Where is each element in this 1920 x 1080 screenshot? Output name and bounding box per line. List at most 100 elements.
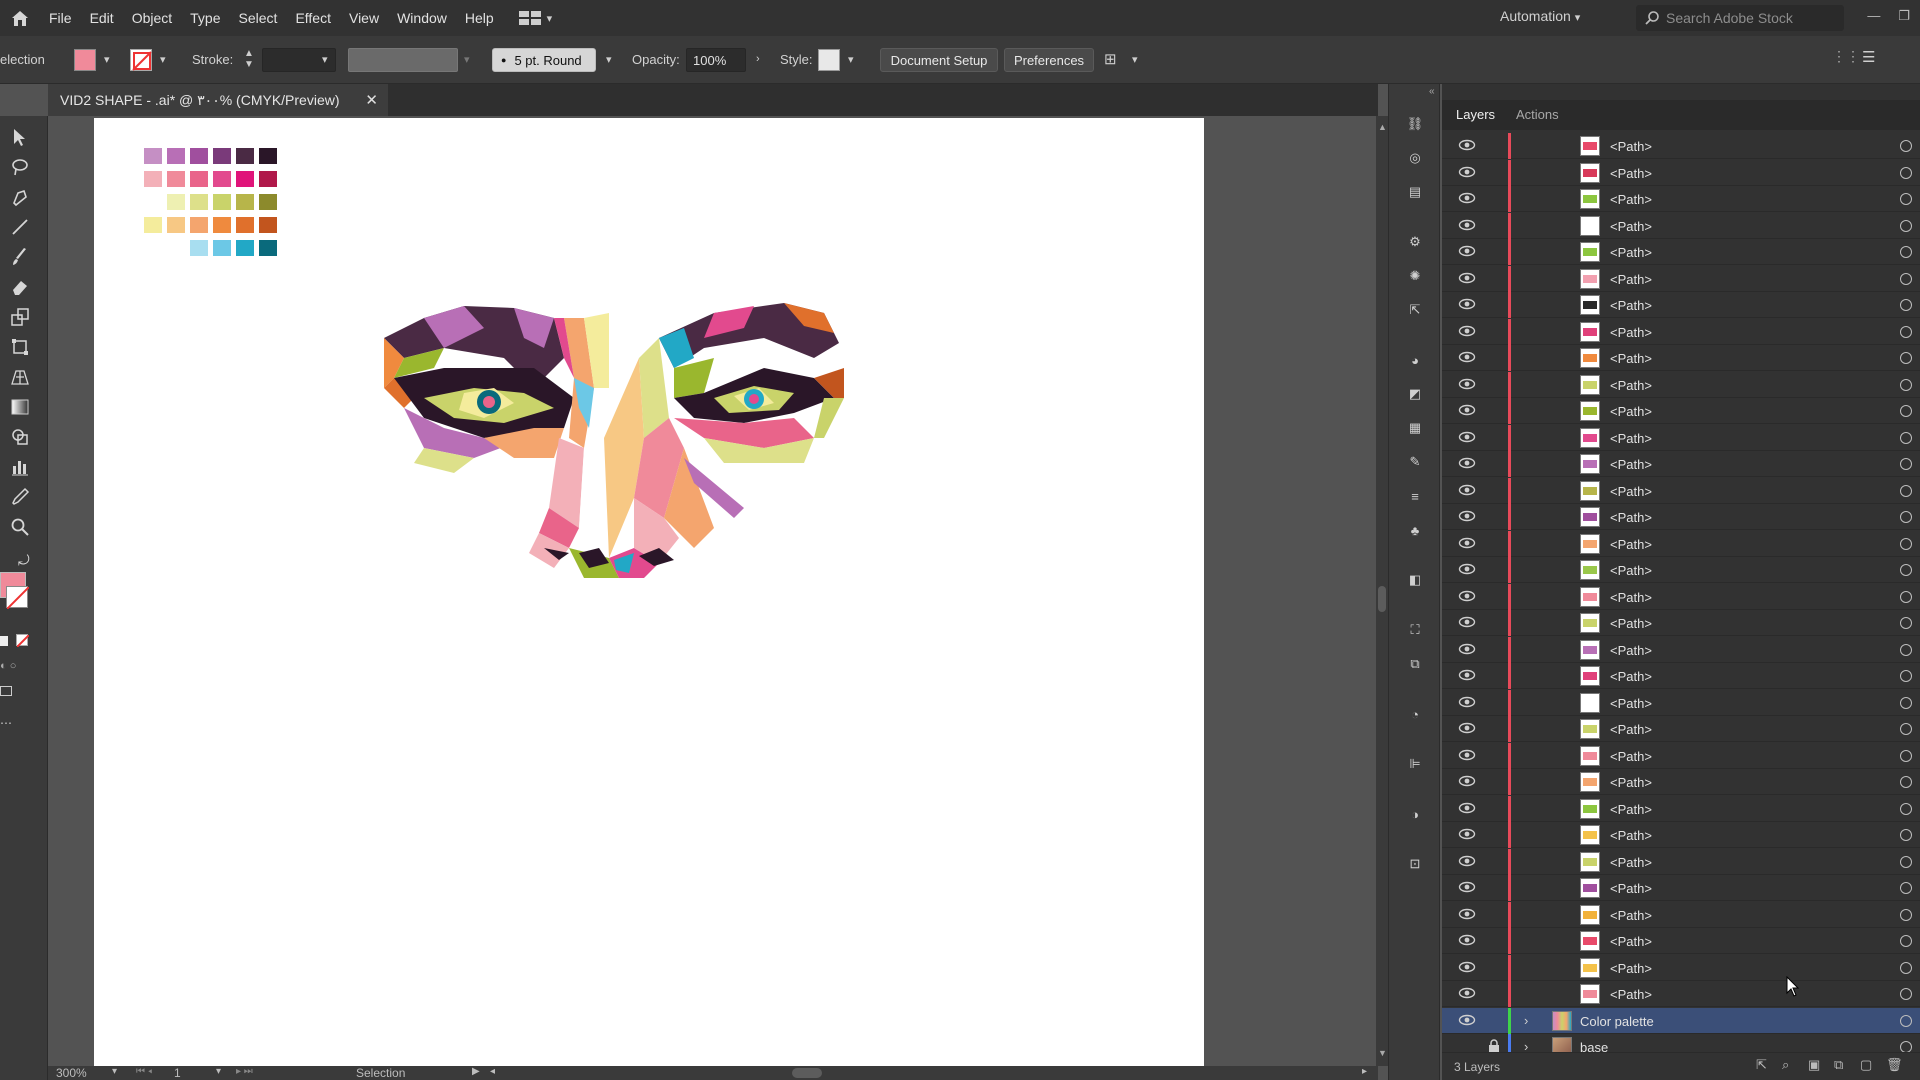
fill-swatch[interactable] (74, 49, 96, 71)
target-circle-icon[interactable] (1900, 829, 1912, 841)
palette-swatch[interactable] (190, 217, 208, 233)
layer-row-path[interactable]: <Path> (1442, 424, 1920, 451)
layer-name[interactable]: <Path> (1610, 245, 1652, 260)
menu-help[interactable]: Help (456, 10, 503, 26)
target-circle-icon[interactable] (1900, 193, 1912, 205)
zoom-tool-icon[interactable] (8, 516, 32, 538)
layer-name[interactable]: <Path> (1610, 934, 1652, 949)
tab-layers[interactable]: Layers (1456, 107, 1495, 122)
palette-swatch[interactable] (213, 217, 231, 233)
palette-swatch[interactable] (213, 148, 231, 164)
palette-swatch[interactable] (259, 171, 277, 187)
style-swatch[interactable] (818, 49, 840, 71)
stock-search-field[interactable]: Search Adobe Stock (1636, 5, 1844, 31)
layer-row-path[interactable]: <Path> (1442, 504, 1920, 530)
palette-swatch[interactable] (259, 148, 277, 164)
layer-row-path[interactable]: <Path> (1442, 557, 1920, 583)
layer-row-path[interactable]: <Path> (1442, 875, 1920, 901)
chevron-down-icon[interactable]: ▾ (322, 53, 334, 66)
visibility-eye-icon[interactable] (1458, 668, 1476, 682)
pathfinder-icon[interactable]: ⧉ (1403, 652, 1427, 676)
visibility-eye-icon[interactable] (1458, 377, 1476, 391)
palette-swatch[interactable] (236, 171, 254, 187)
color-icon[interactable]: ◕ (1403, 348, 1427, 372)
free-transform-tool-icon[interactable] (8, 336, 32, 358)
palette-swatch[interactable] (167, 217, 185, 233)
paintbrush-tool-icon[interactable] (8, 246, 32, 268)
menu-effect[interactable]: Effect (286, 10, 340, 26)
delete-layer-icon[interactable]: 🗑 (1886, 1057, 1903, 1073)
opacity-field[interactable]: 100% (686, 48, 746, 72)
selection-tool-icon[interactable] (8, 126, 32, 148)
layer-name[interactable]: <Path> (1610, 908, 1652, 923)
stroke-color-box[interactable] (6, 586, 30, 610)
swap-colors-icon[interactable]: ⤾ (18, 552, 30, 569)
layer-name[interactable]: <Path> (1610, 139, 1652, 154)
layer-row-path[interactable]: <Path> (1442, 795, 1920, 822)
chevron-down-icon[interactable]: ▾ (1132, 53, 1144, 66)
layer-row-path[interactable]: <Path> (1442, 954, 1920, 981)
draw-mode-icon[interactable]: ◐ ○ (0, 660, 16, 672)
graph-tool-icon[interactable] (8, 456, 32, 478)
target-circle-icon[interactable] (1900, 617, 1912, 629)
layer-name[interactable]: <Path> (1610, 378, 1652, 393)
gradient-tool-icon[interactable] (8, 396, 32, 418)
visibility-eye-icon[interactable] (1458, 350, 1476, 364)
preferences-button[interactable]: Preferences (1004, 48, 1094, 72)
close-icon[interactable]: ✕ (365, 91, 378, 109)
target-circle-icon[interactable] (1900, 458, 1912, 470)
visibility-eye-icon[interactable] (1458, 536, 1476, 550)
layer-row-path[interactable]: <Path> (1442, 292, 1920, 318)
document-setup-button[interactable]: Document Setup (880, 48, 998, 72)
variable-width-profile[interactable] (348, 48, 458, 72)
layer-name[interactable]: <Path> (1610, 749, 1652, 764)
layer-row-path[interactable]: <Path> (1442, 371, 1920, 398)
menu-file[interactable]: File (40, 10, 81, 26)
palette-swatch[interactable] (167, 148, 185, 164)
shape-builder-tool-icon[interactable] (8, 426, 32, 448)
visibility-eye-icon[interactable] (1458, 297, 1476, 311)
line-tool-icon[interactable] (8, 216, 32, 238)
target-circle-icon[interactable] (1900, 643, 1912, 656)
scale-tool-icon[interactable] (8, 306, 32, 328)
target-circle-icon[interactable] (1900, 590, 1912, 603)
eraser-tool-icon[interactable] (8, 276, 32, 298)
new-layer-icon[interactable]: ▢ (1860, 1057, 1872, 1073)
target-circle-icon[interactable] (1900, 988, 1912, 1000)
eyedropper-tool-icon[interactable] (8, 486, 32, 508)
canvas-area[interactable] (48, 116, 1378, 1066)
artboard[interactable] (94, 118, 1204, 1066)
visibility-eye-icon[interactable] (1458, 1013, 1476, 1027)
layer-name[interactable]: <Path> (1610, 616, 1652, 631)
image-trace-icon[interactable]: ⊡ (1403, 852, 1427, 876)
scroll-up-icon[interactable]: ▲ (1378, 122, 1387, 132)
palette-swatch[interactable] (167, 171, 185, 187)
target-circle-icon[interactable] (1900, 378, 1912, 391)
target-circle-icon[interactable] (1900, 749, 1912, 762)
scroll-down-icon[interactable]: ▼ (1378, 1048, 1387, 1058)
layer-name[interactable]: <Path> (1610, 828, 1652, 843)
chevron-down-icon[interactable]: ▾ (606, 53, 618, 66)
palette-swatch[interactable] (190, 194, 208, 210)
layer-row-path[interactable]: <Path> (1442, 610, 1920, 636)
chevron-down-icon[interactable]: ▾ (112, 1066, 117, 1077)
layer-row-path[interactable]: <Path> (1442, 398, 1920, 424)
menu-type[interactable]: Type (181, 10, 229, 26)
graphic-styles-icon[interactable]: ◔ (1403, 702, 1427, 726)
cc-libraries-icon[interactable]: ◎ (1403, 146, 1427, 170)
visibility-eye-icon[interactable] (1458, 218, 1476, 232)
face-artwork[interactable] (384, 298, 854, 578)
target-circle-icon[interactable] (1900, 431, 1912, 444)
stroke-panel-icon[interactable]: ≡ (1403, 484, 1427, 508)
menu-window[interactable]: Window (388, 10, 456, 26)
target-circle-icon[interactable] (1900, 564, 1912, 576)
visibility-eye-icon[interactable] (1458, 933, 1476, 947)
lock-icon[interactable] (1488, 1039, 1502, 1053)
palette-swatch[interactable] (213, 194, 231, 210)
layer-row-path[interactable]: <Path> (1442, 530, 1920, 557)
layer-name[interactable]: <Path> (1610, 802, 1652, 817)
palette-swatch[interactable] (236, 194, 254, 210)
layer-row-path[interactable]: <Path> (1442, 848, 1920, 875)
brushes-icon[interactable]: ✎ (1403, 450, 1427, 474)
swatches-icon[interactable]: ▦ (1403, 416, 1427, 440)
